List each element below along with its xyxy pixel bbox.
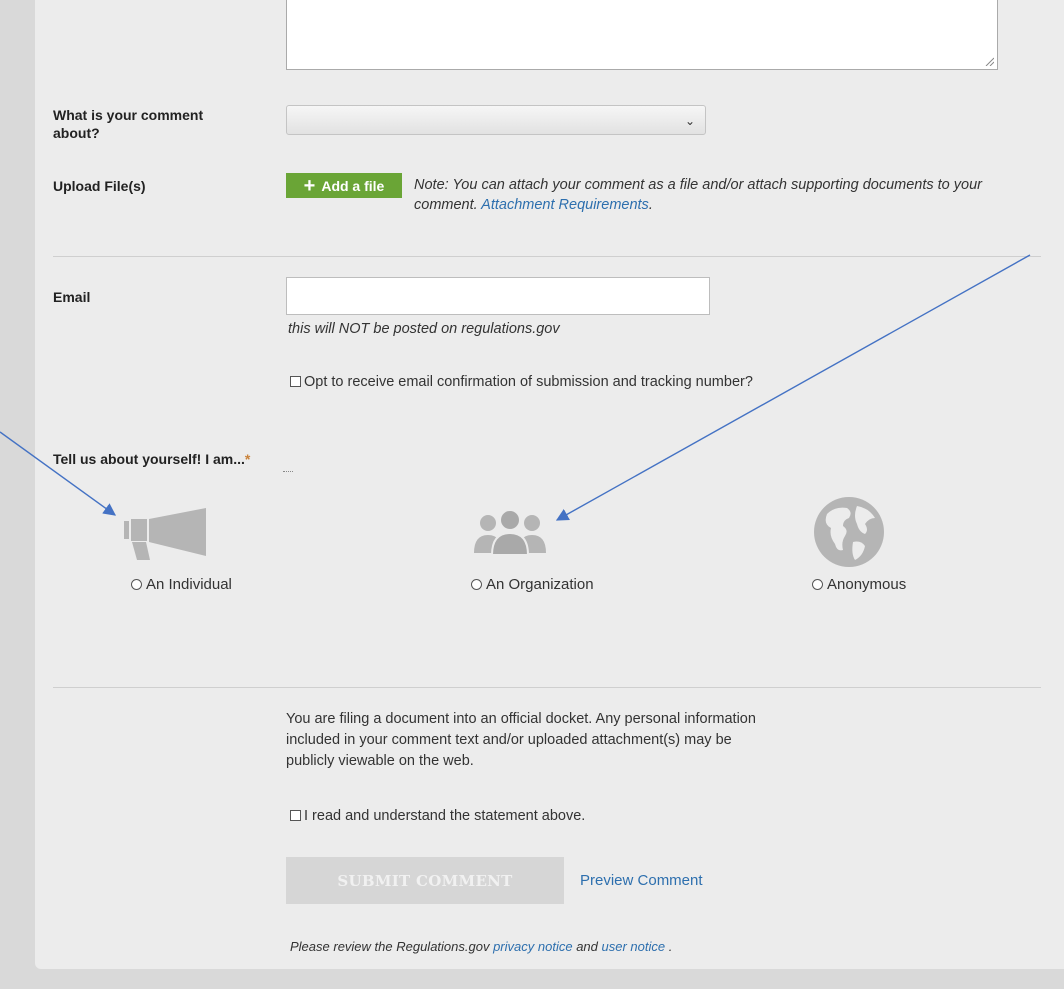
email-field[interactable] xyxy=(286,277,710,315)
section-divider-2 xyxy=(53,687,1041,688)
opt-email-checkbox[interactable] xyxy=(290,376,301,387)
section-divider xyxy=(53,256,1041,257)
radio-individual[interactable] xyxy=(131,579,142,590)
topic-select[interactable]: ⌄ xyxy=(286,105,706,135)
plus-icon: + xyxy=(303,174,316,197)
group-icon[interactable] xyxy=(474,509,546,555)
email-label: Email xyxy=(53,289,91,305)
topic-label: What is your comment about? xyxy=(53,107,204,141)
add-file-label: Add a file xyxy=(321,177,385,194)
add-file-button[interactable]: + Add a file xyxy=(286,173,402,198)
email-hint: this will NOT be posted on regulations.g… xyxy=(288,321,560,337)
radio-organization[interactable] xyxy=(471,579,482,590)
upload-note: Note: You can attach your comment as a f… xyxy=(414,175,1014,215)
option-organization[interactable]: An Organization xyxy=(471,576,594,593)
required-asterisk: * xyxy=(244,451,251,467)
opt-email-row: Opt to receive email confirmation of sub… xyxy=(286,372,776,393)
footer-suffix: . xyxy=(668,939,673,954)
option-individual[interactable]: An Individual xyxy=(131,576,232,593)
chevron-down-icon: ⌄ xyxy=(684,114,695,128)
attachment-requirements-link[interactable]: Attachment Requirements xyxy=(481,197,649,213)
submit-comment-button[interactable]: SUBMIT COMMENT xyxy=(286,857,564,904)
user-notice-link[interactable]: user notice xyxy=(602,939,666,954)
upload-label: Upload File(s) xyxy=(53,178,146,194)
abbr-underline xyxy=(283,471,293,472)
preview-comment-link[interactable]: Preview Comment xyxy=(580,872,703,889)
about-label: Tell us about yourself! I am...* xyxy=(53,450,250,468)
option-anonymous-label: Anonymous xyxy=(827,576,907,593)
globe-icon[interactable] xyxy=(813,496,885,568)
footer-and: and xyxy=(576,939,598,954)
option-individual-label: An Individual xyxy=(146,576,232,593)
privacy-notice-link[interactable]: privacy notice xyxy=(493,939,572,954)
disclaimer-text: You are filing a document into an offici… xyxy=(286,711,756,769)
acknowledge-row: I read and understand the statement abov… xyxy=(286,806,585,827)
footer-prefix: Please review the Regulations.gov xyxy=(290,939,490,954)
attachment-period: . xyxy=(648,197,653,213)
opt-email-label: Opt to receive email confirmation of sub… xyxy=(304,374,753,390)
megaphone-icon[interactable] xyxy=(124,506,208,560)
option-anonymous[interactable]: Anonymous xyxy=(812,576,906,593)
about-label-text: Tell us about yourself! I am... xyxy=(53,451,245,467)
comment-textarea[interactable] xyxy=(286,0,998,70)
footer-notice: Please review the Regulations.gov privac… xyxy=(290,939,672,954)
resize-grip-icon[interactable] xyxy=(984,56,994,66)
option-organization-label: An Organization xyxy=(486,576,594,593)
acknowledge-checkbox[interactable] xyxy=(290,810,301,821)
radio-anonymous[interactable] xyxy=(812,579,823,590)
acknowledge-label: I read and understand the statement abov… xyxy=(304,808,586,824)
